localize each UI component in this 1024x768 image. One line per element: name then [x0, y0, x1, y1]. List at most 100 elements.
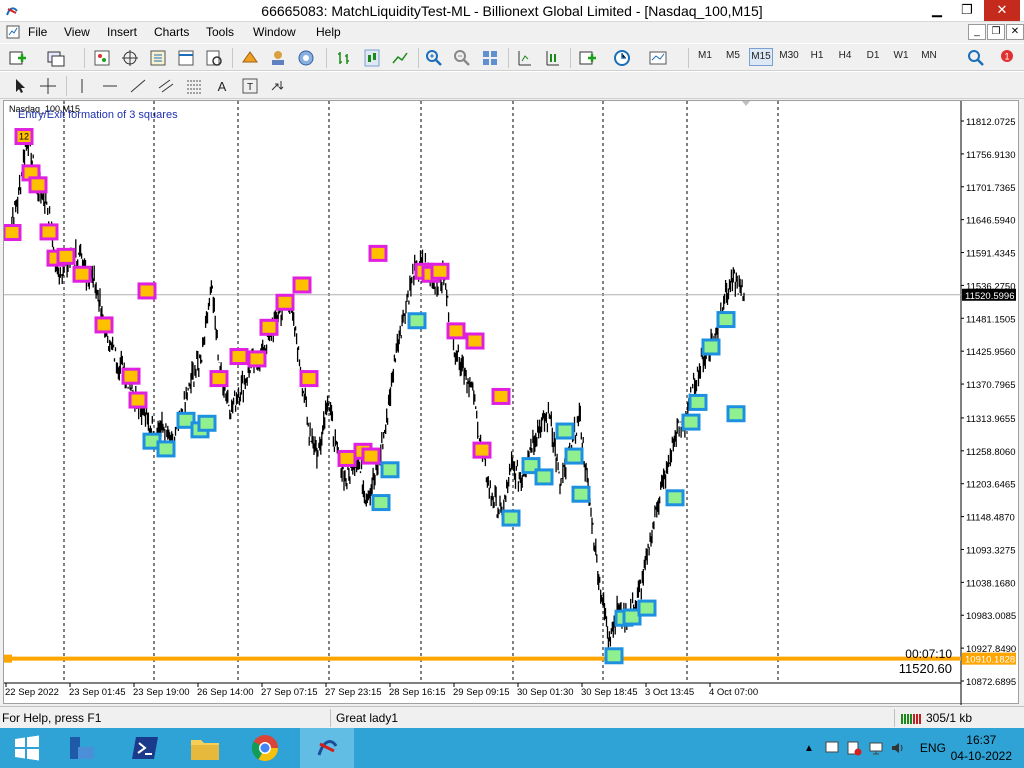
- entry-signal-square: [701, 338, 721, 356]
- x-tick-label: 30 Sep 18:45: [581, 687, 638, 698]
- templates-icon[interactable]: [648, 48, 668, 68]
- chart-document-icon[interactable]: [6, 25, 20, 39]
- toolbar-separator: [570, 48, 571, 68]
- indicators-icon[interactable]: [578, 48, 598, 68]
- svg-text:T: T: [247, 82, 253, 93]
- market-icon[interactable]: [240, 48, 260, 68]
- timeframe-h1[interactable]: H1: [805, 50, 829, 61]
- terminal-icon[interactable]: [176, 48, 196, 68]
- chart-shift-icon[interactable]: [514, 48, 534, 68]
- taskbar-file-explorer[interactable]: [178, 728, 232, 768]
- timeframe-h4[interactable]: H4: [833, 50, 857, 61]
- profiles-icon[interactable]: [46, 48, 66, 68]
- menu-tools[interactable]: Tools: [206, 25, 234, 39]
- arrows-icon[interactable]: [268, 76, 288, 96]
- y-tick-label: 11425.9560: [966, 347, 1016, 358]
- action-center-icon[interactable]: [824, 740, 840, 756]
- menu-insert[interactable]: Insert: [107, 25, 137, 39]
- equidistant-channel-icon[interactable]: [156, 76, 176, 96]
- market-watch-icon[interactable]: [92, 48, 112, 68]
- windows-taskbar: ▲ ENG 16:37 04-10-2022: [0, 728, 1024, 768]
- text-label-icon[interactable]: T: [240, 76, 260, 96]
- cursor-icon[interactable]: [10, 76, 30, 96]
- timeframe-m30[interactable]: M30: [777, 50, 801, 61]
- minimize-button[interactable]: ▁: [922, 0, 952, 21]
- mdi-close-button[interactable]: ✕: [1006, 24, 1024, 40]
- toolbar-separator: [232, 48, 233, 68]
- close-button[interactable]: ✕: [984, 0, 1020, 21]
- maximize-button[interactable]: ❐: [952, 0, 982, 21]
- taskbar-clock[interactable]: 16:37 04-10-2022: [951, 732, 1012, 764]
- entry-signal-square: [380, 461, 400, 479]
- tile-windows-icon[interactable]: [480, 48, 500, 68]
- menu-help[interactable]: Help: [316, 25, 341, 39]
- timeframe-m15[interactable]: M15: [749, 48, 773, 66]
- line-chart-icon[interactable]: [390, 48, 410, 68]
- search-icon[interactable]: [966, 48, 986, 68]
- notifications-icon[interactable]: 1: [994, 48, 1014, 68]
- notification-count: 1: [1004, 52, 1009, 62]
- network-icon[interactable]: [868, 740, 884, 756]
- strategy-tester-icon[interactable]: [204, 48, 224, 68]
- timeframe-m1[interactable]: M1: [693, 50, 717, 61]
- vertical-line-icon[interactable]: [72, 76, 92, 96]
- toolbar-separator: [418, 48, 419, 68]
- taskbar-trading-terminal[interactable]: [300, 728, 354, 768]
- chrome-icon: [251, 735, 279, 762]
- security-warning-icon[interactable]: [846, 740, 862, 756]
- exit-signal-square: [337, 449, 357, 467]
- x-tick-label: 23 Sep 19:00: [133, 687, 190, 698]
- menu-view[interactable]: View: [64, 25, 90, 39]
- timeframe-mn[interactable]: MN: [917, 50, 941, 61]
- exit-signal-square: [229, 348, 249, 366]
- exit-signal-square: [368, 244, 388, 262]
- taskbar-chrome[interactable]: [238, 728, 292, 768]
- exit-signal-square: [128, 391, 148, 409]
- data-window-icon[interactable]: [120, 48, 140, 68]
- exit-signal-square: [137, 282, 157, 300]
- svg-text:A: A: [218, 79, 227, 94]
- mdi-minimize-button[interactable]: _: [968, 24, 986, 40]
- zoom-in-icon[interactable]: [424, 48, 444, 68]
- entry-signal-square: [501, 509, 521, 527]
- menu-window[interactable]: Window: [253, 25, 296, 39]
- start-button[interactable]: [0, 728, 54, 768]
- standard-toolbar: M1 M5 M15 M30 H1 H4 D1 W1 MN 1: [0, 43, 1024, 71]
- zoom-out-icon[interactable]: [452, 48, 472, 68]
- auto-scroll-icon[interactable]: [542, 48, 562, 68]
- exit-signal-square: [247, 350, 267, 368]
- crosshair-icon[interactable]: [38, 76, 58, 96]
- text-tool-icon[interactable]: A: [212, 76, 232, 96]
- show-hidden-icons-icon[interactable]: ▲: [804, 743, 814, 754]
- horizontal-line-icon[interactable]: [100, 76, 120, 96]
- vps-icon[interactable]: [296, 48, 316, 68]
- signals-icon[interactable]: [268, 48, 288, 68]
- y-tick-label: 11093.3275: [966, 545, 1016, 556]
- menu-file[interactable]: File: [28, 25, 47, 39]
- timeframe-m5[interactable]: M5: [721, 50, 745, 61]
- mdi-restore-button[interactable]: ❐: [987, 24, 1005, 40]
- price-chart[interactable]: 11812.0725 11756.9130 11701.7365 11646.5940…: [4, 101, 1020, 705]
- fibonacci-icon[interactable]: [184, 76, 204, 96]
- entry-signal-square: [534, 468, 554, 486]
- periodicity-clock-icon[interactable]: [612, 48, 632, 68]
- title-bar: 66665083: MatchLiquidityTest-ML - Billio…: [0, 0, 1024, 22]
- new-chart-icon[interactable]: [8, 48, 28, 68]
- navigator-icon[interactable]: [148, 48, 168, 68]
- trendline-icon[interactable]: [128, 76, 148, 96]
- language-indicator[interactable]: ENG: [920, 741, 946, 755]
- volume-icon[interactable]: [890, 740, 906, 756]
- menu-charts[interactable]: Charts: [154, 25, 189, 39]
- chart-window[interactable]: 11812.0725 11756.9130 11701.7365 11646.5940…: [3, 100, 1020, 705]
- taskbar-server-manager[interactable]: [54, 728, 108, 768]
- taskbar-powershell[interactable]: [118, 728, 172, 768]
- bar-chart-icon[interactable]: [334, 48, 354, 68]
- timeframe-d1[interactable]: D1: [861, 50, 885, 61]
- exit-signal-square: [209, 370, 229, 388]
- exit-signal-square: [275, 293, 295, 311]
- exit-signal-square: [259, 318, 279, 336]
- candlestick-chart-icon[interactable]: [362, 48, 382, 68]
- timeframe-w1[interactable]: W1: [889, 50, 913, 61]
- entry-signal-square: [555, 422, 575, 440]
- x-tick-label: 28 Sep 16:15: [389, 687, 446, 698]
